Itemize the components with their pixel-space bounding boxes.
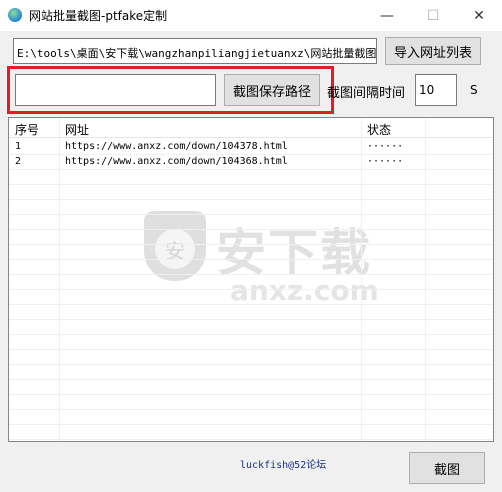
list-header: 序号 网址 状态 xyxy=(9,118,493,138)
interval-label: 截图间隔时间 xyxy=(327,86,406,101)
row-gridline xyxy=(9,334,493,335)
watermark-shield-icon: 安 xyxy=(144,211,206,281)
app-icon xyxy=(8,8,22,22)
url-list-path-field[interactable]: E:\tools\桌面\安下载\wangzhanpiliangjietuanxz… xyxy=(13,38,377,64)
maximize-button[interactable]: ☐ xyxy=(410,0,456,31)
row-gridline xyxy=(9,424,493,425)
capture-button[interactable]: 截图 xyxy=(409,452,485,484)
row-gridline xyxy=(9,409,493,410)
footer-credit: luckfish@52论坛 xyxy=(240,460,327,471)
row-gridline xyxy=(9,184,493,185)
row-gridline xyxy=(9,439,493,440)
header-status[interactable]: 状态 xyxy=(367,121,391,138)
row-gridline xyxy=(9,214,493,215)
header-index[interactable]: 序号 xyxy=(15,121,39,138)
import-url-list-button[interactable]: 导入网址列表 xyxy=(385,37,481,65)
interval-input[interactable]: 10 xyxy=(415,74,457,106)
title-bar: 网站批量截图-ptfake定制 — ☐ ✕ xyxy=(0,0,502,31)
url-list-view[interactable]: 安 安下载 anxz.com 序号 网址 状态 1 https://www.an… xyxy=(8,117,494,442)
row-gridline xyxy=(9,349,493,350)
minimize-button[interactable]: — xyxy=(364,0,410,31)
row-gridline xyxy=(9,154,493,155)
highlight-box xyxy=(7,66,334,114)
table-row[interactable]: 2 https://www.anxz.com/down/104368.html … xyxy=(9,155,493,170)
row-url: https://www.anxz.com/down/104368.html xyxy=(65,156,288,167)
row-gridline xyxy=(9,229,493,230)
row-index: 2 xyxy=(15,156,22,167)
row-gridline xyxy=(9,169,493,170)
row-gridline xyxy=(9,379,493,380)
row-status: ······ xyxy=(367,156,404,167)
row-gridline xyxy=(9,259,493,260)
table-row[interactable]: 1 https://www.anxz.com/down/104378.html … xyxy=(9,140,493,155)
interval-unit-label: S xyxy=(470,83,478,97)
header-url[interactable]: 网址 xyxy=(65,121,89,138)
row-status: ······ xyxy=(367,141,404,152)
row-url: https://www.anxz.com/down/104378.html xyxy=(65,141,288,152)
row-gridline xyxy=(9,364,493,365)
row-gridline xyxy=(9,394,493,395)
row-gridline xyxy=(9,304,493,305)
row-index: 1 xyxy=(15,141,22,152)
window-title: 网站批量截图-ptfake定制 xyxy=(29,9,168,23)
row-gridline xyxy=(9,289,493,290)
row-gridline xyxy=(9,274,493,275)
row-gridline xyxy=(9,199,493,200)
row-gridline xyxy=(9,319,493,320)
close-button[interactable]: ✕ xyxy=(456,0,502,31)
watermark-text-en: anxz.com xyxy=(230,274,379,307)
row-gridline xyxy=(9,244,493,245)
